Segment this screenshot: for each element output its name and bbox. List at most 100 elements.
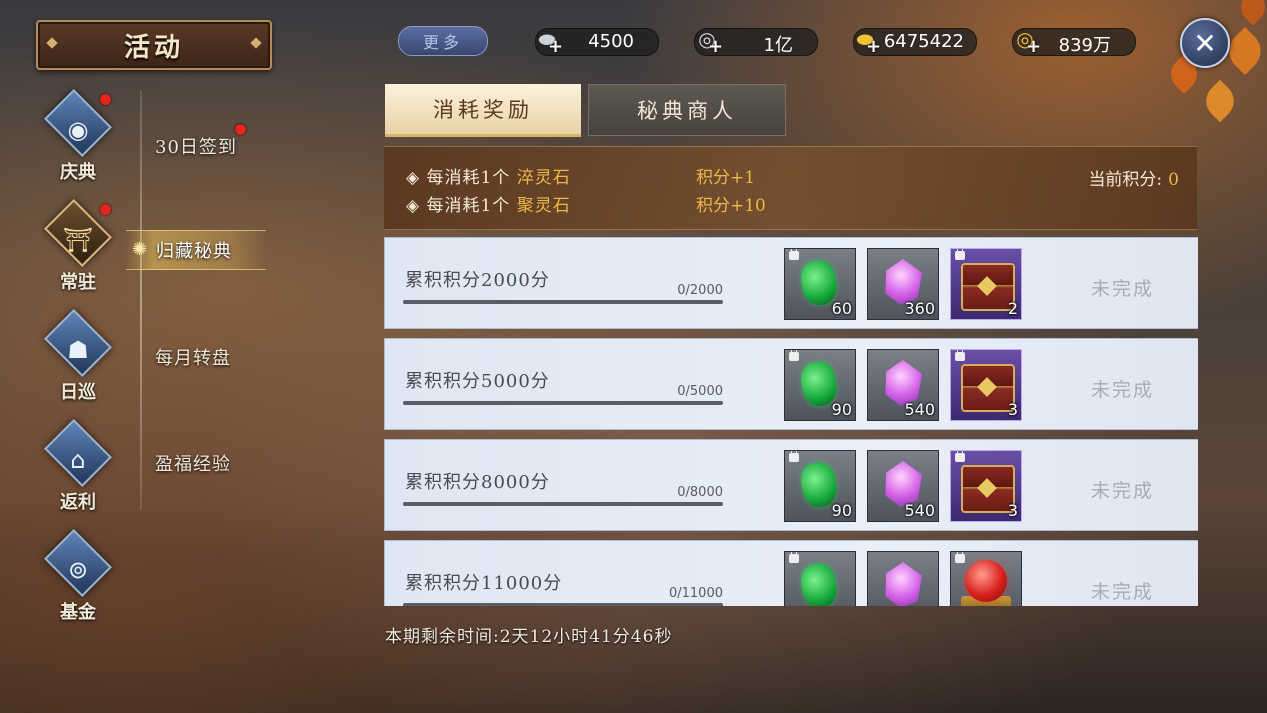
add-icon: + <box>548 36 564 57</box>
sidebar-category-celebration[interactable]: ◉ 庆典 <box>40 89 116 184</box>
gate-glyph-icon: ⛩ <box>62 226 94 254</box>
task-progress-bar <box>403 300 723 304</box>
sidebar-category-patrol[interactable]: ☗ 日巡 <box>40 309 116 404</box>
task-list[interactable]: 累积积分2000分 0/2000 60 360 2 未完成 累积积分5000分 … <box>384 237 1198 606</box>
rule-item: 聚灵石 <box>516 196 571 216</box>
swirl-icon: ✺ <box>132 239 148 260</box>
current-score-value: 0 <box>1168 170 1179 190</box>
reward-item-green-gem[interactable] <box>784 551 856 606</box>
reward-item-chest[interactable]: 3 <box>950 450 1022 522</box>
currency-value: 6475422 <box>883 31 964 52</box>
pavilion-glyph-icon: ⌂ <box>70 446 86 474</box>
lock-icon <box>789 350 799 361</box>
reward-item-green-gem[interactable]: 60 <box>784 248 856 320</box>
sidebar-divider <box>140 90 142 510</box>
rule-item: 淬灵石 <box>516 168 571 188</box>
task-status: 未完成 <box>1091 278 1155 300</box>
sidebar-item-monthly-wheel[interactable]: 每月转盘 <box>155 344 231 370</box>
add-icon: + <box>866 36 882 57</box>
task-name: 累积积分2000分 <box>405 270 550 291</box>
maple-leaf-decoration <box>1234 0 1267 26</box>
reward-item-green-gem[interactable]: 90 <box>784 349 856 421</box>
sidebar-category-fund[interactable]: ⊚ 基金 <box>40 529 116 624</box>
rule-prefix: 每消耗1个 <box>426 168 511 188</box>
currency-value: 4500 <box>588 31 634 52</box>
currency-value: 1亿 <box>763 35 793 56</box>
reward-count: 3 <box>1007 501 1018 520</box>
task-progress-text: 0/5000 <box>677 384 723 399</box>
sidebar-category-permanent[interactable]: ⛩ 常驻 <box>40 199 116 294</box>
period-remaining-timer: 本期剩余时间:2天12小时41分46秒 <box>385 627 673 647</box>
task-status: 未完成 <box>1091 480 1155 502</box>
category-label: 基金 <box>60 602 96 623</box>
tab-midian-merchant[interactable]: 秘典商人 <box>588 84 786 136</box>
coin-glyph-icon: ⊚ <box>67 556 89 584</box>
silver-ingot-icon[interactable]: ⬬ + <box>530 24 564 57</box>
task-status: 未完成 <box>1091 379 1155 401</box>
reward-count: 90 <box>831 400 852 419</box>
notification-dot <box>235 124 246 135</box>
task-progress-bar <box>403 401 723 405</box>
rule-points: 积分+1 <box>696 168 756 188</box>
task-name: 累积积分11000分 <box>405 573 563 594</box>
task-status: 未完成 <box>1091 581 1155 603</box>
task-progress-text: 0/11000 <box>668 586 723 601</box>
more-button[interactable]: 更多 <box>398 26 488 56</box>
reward-count: 2 <box>1007 299 1018 318</box>
green-gem-icon <box>798 561 840 606</box>
rule-line: ◈ 每消耗1个 淬灵石 <box>406 168 571 188</box>
horn-glyph-icon: ◉ <box>67 116 89 144</box>
reward-item-pink-crystal[interactable]: 540 <box>867 450 939 522</box>
reward-count: 540 <box>904 501 935 520</box>
tab-consume-reward[interactable]: 消耗奖励 <box>385 84 581 137</box>
reward-item-chest[interactable]: 3 <box>950 349 1022 421</box>
reward-item-red-orb-box[interactable] <box>950 551 1022 606</box>
category-label: 返利 <box>60 492 96 513</box>
reward-count: 3 <box>1007 400 1018 419</box>
category-label: 常驻 <box>60 272 96 293</box>
reward-item-green-gem[interactable]: 90 <box>784 450 856 522</box>
rule-line: ◈ 每消耗1个 聚灵石 <box>406 196 571 216</box>
reward-item-chest[interactable]: 2 <box>950 248 1022 320</box>
close-button[interactable]: ✕ <box>1180 18 1230 68</box>
sidebar-item-label: 每月转盘 <box>155 348 231 369</box>
task-row: 累积积分2000分 0/2000 60 360 2 未完成 <box>384 237 1198 329</box>
reward-item-pink-crystal[interactable]: 360 <box>867 248 939 320</box>
sidebar-item-guizang-midian[interactable]: ✺ 归藏秘典 <box>126 230 266 270</box>
reward-item-pink-crystal[interactable]: 540 <box>867 349 939 421</box>
lock-icon <box>955 350 965 361</box>
gold-ingot-icon[interactable]: ⬬ + <box>848 24 882 57</box>
rules-banner: ◈ 每消耗1个 淬灵石 积分+1 ◈ 每消耗1个 聚灵石 积分+10 当前积分:… <box>384 146 1197 230</box>
sidebar-item-label: 归藏秘典 <box>156 241 232 262</box>
close-swords-icon: ✕ <box>1193 26 1217 60</box>
sidebar-category-rebate[interactable]: ⌂ 返利 <box>40 419 116 514</box>
silver-coin-icon[interactable]: ◎ + <box>690 24 724 57</box>
sidebar-item-30day-signin[interactable]: 30日签到 <box>155 133 237 159</box>
category-label: 庆典 <box>60 162 96 183</box>
task-name: 累积积分8000分 <box>405 472 550 493</box>
lock-icon <box>789 552 799 563</box>
lock-icon <box>789 249 799 260</box>
notification-dot <box>100 94 111 105</box>
helmet-glyph-icon: ☗ <box>67 336 89 364</box>
reward-item-pink-crystal[interactable] <box>867 551 939 606</box>
task-progress-text: 0/8000 <box>677 485 723 500</box>
current-score-label: 当前积分: <box>1088 170 1163 190</box>
current-score: 当前积分: 0 <box>1088 165 1179 190</box>
task-progress-text: 0/2000 <box>677 283 723 298</box>
lock-icon <box>789 451 799 462</box>
rule-points: 积分+10 <box>696 196 766 216</box>
gold-coin-icon[interactable]: ◎ + <box>1008 24 1042 57</box>
task-progress-bar <box>403 603 723 606</box>
task-row: 累积积分11000分 0/11000 未完成 <box>384 540 1198 606</box>
category-label: 日巡 <box>60 382 96 403</box>
lock-icon <box>955 552 965 563</box>
reward-count: 360 <box>904 299 935 318</box>
reward-count: 90 <box>831 501 852 520</box>
pink-crystal-icon <box>885 562 922 606</box>
reward-count: 60 <box>831 299 852 318</box>
red-orb-icon <box>965 560 1007 602</box>
rule-prefix: 每消耗1个 <box>426 196 511 216</box>
add-icon: + <box>708 36 724 57</box>
sidebar-item-yingfu-exp[interactable]: 盈福经验 <box>155 450 231 476</box>
